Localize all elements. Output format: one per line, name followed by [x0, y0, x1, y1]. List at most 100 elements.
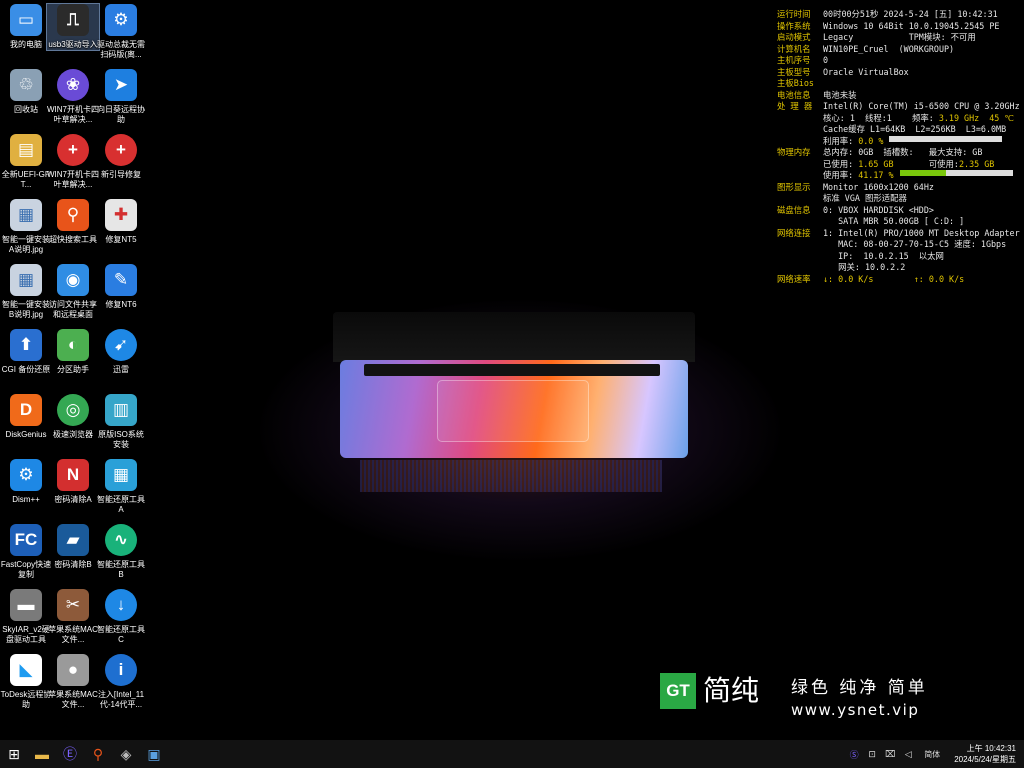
desktop-icon[interactable]: ⎍ usb3驱动导入 [46, 3, 100, 51]
desktop-icon-label: usb3驱动导入 [48, 40, 98, 49]
desktop-icon[interactable]: N 密码清除A [47, 459, 99, 505]
desktop-icon-label: 智能还原工具A [97, 495, 145, 514]
desktop-icon[interactable]: ● 苹果系统MAC文件... [47, 654, 99, 710]
system-info-panel: 运行时间 00时00分51秒 2024-5-24 [五] 10:42:31 操作系统… [777, 9, 1022, 285]
iso-book-icon: ▥ [105, 394, 137, 426]
desktop-icon[interactable]: ❀ WIN7开机卡四叶草解决... [47, 69, 99, 125]
sysinfo-value: 0: VBOX HARDDISK <HDD> [823, 204, 934, 215]
taskbar-clock[interactable]: 上午 10:42:31 2024/5/24/星期五 [948, 743, 1024, 765]
desktop-icon[interactable]: ▰ 密码清除B [47, 524, 99, 570]
desktop-icon[interactable]: ▦ 智能一键安装A说明.jpg [0, 199, 52, 255]
volume-icon[interactable]: ◁ [900, 749, 916, 760]
desktop-icon[interactable]: D DiskGenius [0, 394, 52, 440]
monitor-button[interactable]: ▣ [140, 740, 168, 768]
device-icon[interactable]: ⌧ [882, 749, 898, 760]
sysinfo-value: 利用率: [823, 135, 859, 146]
sysinfo-row: 网关: 10.0.2.2 [777, 262, 1022, 274]
sysinfo-value: 网关: 10.0.2.2 [823, 262, 906, 272]
desktop-icon[interactable]: ◣ ToDesk远程协助 [0, 654, 52, 710]
desktop-icon[interactable]: ✎ 修复NT6 [95, 264, 147, 310]
desktop-icon[interactable]: ▦ 智能一键安装B说明.jpg [0, 264, 52, 320]
sysinfo-value: Monitor 1600x1200 64Hz [823, 181, 934, 192]
start-button[interactable]: ⊞ [0, 740, 28, 768]
desktop-icon[interactable]: ▬ SkyIAR_v2硬盘驱动工具 [0, 589, 52, 645]
sysinfo-key [777, 124, 823, 136]
file-explorer-button[interactable]: ▬ [28, 740, 56, 768]
sysinfo-value: SATA MBR 50.00GB [ C:D: ] [823, 216, 965, 226]
desktop-icon[interactable]: ▤ 全新UEFI-GPT... [0, 134, 52, 190]
sysinfo-key [777, 239, 823, 251]
sysinfo-value: 00时00分51秒 2024-5-24 [五] 10:42:31 [823, 9, 998, 19]
desktop-icon[interactable]: ◉ 访问文件共享和远程桌面 [47, 264, 99, 320]
desktop-icon[interactable]: + WIN7开机卡四叶草解决... [47, 134, 99, 190]
sysinfo-highlight: ↓: 0.0 K/s ↑: 0.0 K/s [823, 273, 965, 284]
desktop-icon[interactable]: ◐ 分区助手 [47, 329, 99, 375]
sysinfo-value: Cache缓存 L1=64KB L2=256KB L3=6.0MB [823, 124, 1007, 134]
sysinfo-value: 使用率: [823, 170, 859, 180]
desktop-icon-label: 原版ISO系统安装 [98, 430, 144, 449]
sysinfo-highlight: 0.0 % [858, 135, 884, 146]
clock-time: 上午 10:42:31 [966, 744, 1016, 753]
desktop-icon[interactable]: ◎ 极速浏览器 [47, 394, 99, 440]
desktop-icon[interactable]: ⚙ 驱动总裁无需扫码版(离... [95, 4, 147, 60]
tool-e-button[interactable]: Ⓔ [56, 740, 84, 768]
desktop-icon[interactable]: ▭ 我的电脑 [0, 4, 52, 50]
brand-name: 简纯 [703, 674, 760, 707]
desktop-icon[interactable]: ✂ 苹果系统MAC文件... [47, 589, 99, 645]
sysinfo-row: 利用率: 0.0 % [777, 135, 1022, 148]
sysinfo-tail-highlight: 2.35 GB [958, 158, 995, 169]
usage-progress-fill [899, 170, 947, 176]
ime-icon[interactable]: Ⓢ [846, 748, 862, 761]
desktop-icon[interactable]: ∿ 智能还原工具B [95, 524, 147, 580]
sysinfo-row: 网络速率 ↓: 0.0 K/s ↑: 0.0 K/s [777, 274, 1022, 286]
desktop-icon-label: WIN7开机卡四叶草解决... [47, 105, 99, 124]
desktop-icon[interactable]: ▥ 原版ISO系统安装 [95, 394, 147, 450]
desktop-icon-label: CGI 备份还原 [1, 365, 51, 374]
desktop-icon[interactable]: + 新引导修复 [95, 134, 147, 180]
desktop-icon[interactable]: ✚ 修复NT5 [95, 199, 147, 245]
language-indicator[interactable]: 简体 [918, 749, 946, 760]
brand-url: www.ysnet.vip [791, 701, 920, 719]
taskbar: ⊞ ▬ Ⓔ ⚲ ◈ ▣ Ⓢ ⊡ ⌧ ◁ 简体 上午 10:42:31 2024/5/24/… [0, 740, 1024, 768]
desktop-icon-label: ToDesk远程协助 [0, 690, 52, 709]
sysinfo-row: 图形显示 Monitor 1600x1200 64Hz [777, 182, 1022, 194]
device-manager-icon: ◈ [120, 745, 132, 762]
sysinfo-row: IP: 10.0.2.15 以太网 [777, 251, 1022, 263]
desktop-icon[interactable]: ⚲ 超快搜索工具 [47, 199, 99, 245]
wallpaper-trackpad [437, 380, 589, 442]
network-icon[interactable]: ⊡ [864, 749, 880, 760]
desktop-icon[interactable]: FC FastCopy快速复制 [0, 524, 52, 580]
desktop-icon[interactable]: ➹ 迅雷 [95, 329, 147, 375]
sysinfo-row: 运行时间 00时00分51秒 2024-5-24 [五] 10:42:31 [777, 9, 1022, 21]
desktop-icon[interactable]: ⬆ CGI 备份还原 [0, 329, 52, 375]
red-plus-icon: + [57, 134, 89, 166]
desktop-icon-label: 我的电脑 [10, 40, 42, 49]
sysinfo-value: WIN10PE_Cruel (WORKGROUP) [823, 43, 955, 54]
wallpaper-keyboard [364, 364, 660, 376]
sysinfo-row: 启动模式 Legacy TPM模块: 不可用 [777, 32, 1022, 44]
desktop-icon[interactable]: ♲ 回收站 [0, 69, 52, 115]
desktop-icon-label: 极速浏览器 [53, 430, 93, 439]
desktop-icon[interactable]: i 注入[Intel_11代-14代平... [95, 654, 147, 710]
taskbar-pinned-apps: ⊞ ▬ Ⓔ ⚲ ◈ ▣ [0, 740, 168, 768]
monitor-icon: ▣ [147, 745, 161, 762]
desktop-icon-label: 苹果系统MAC文件... [48, 690, 98, 709]
sysinfo-highlight: 3.19 GHz 45 ℃ [938, 112, 1014, 123]
sysinfo-key: 操作系统 [777, 20, 811, 31]
sysinfo-value: Legacy TPM模块: 不可用 [823, 32, 976, 42]
desktop-icon[interactable]: ➤ 向日葵远程协助 [95, 69, 147, 125]
desktop-icon[interactable]: ↓ 智能还原工具C [95, 589, 147, 645]
search-tool-button[interactable]: ⚲ [84, 740, 112, 768]
desktop-icon-label: 分区助手 [57, 365, 89, 374]
computer-icon: ▭ [10, 4, 42, 36]
device-manager-button[interactable]: ◈ [112, 740, 140, 768]
desktop-icon[interactable]: ▦ 智能还原工具A [95, 459, 147, 515]
desktop-icon-label: 智能一键安装B说明.jpg [2, 300, 50, 319]
desktop-icon[interactable]: ⚙ Dism++ [0, 459, 52, 505]
sysinfo-key: 计算机名 [777, 43, 811, 54]
usage-progress-bar [899, 170, 1013, 176]
sysinfo-key: 启动模式 [777, 32, 811, 42]
sysinfo-row: 主机序号 0 [777, 55, 1022, 67]
brand-watermark: GT 简纯 绿色 纯净 简单 www.ysnet.vip [660, 673, 960, 719]
sysinfo-key: 主板型号 [777, 66, 811, 77]
